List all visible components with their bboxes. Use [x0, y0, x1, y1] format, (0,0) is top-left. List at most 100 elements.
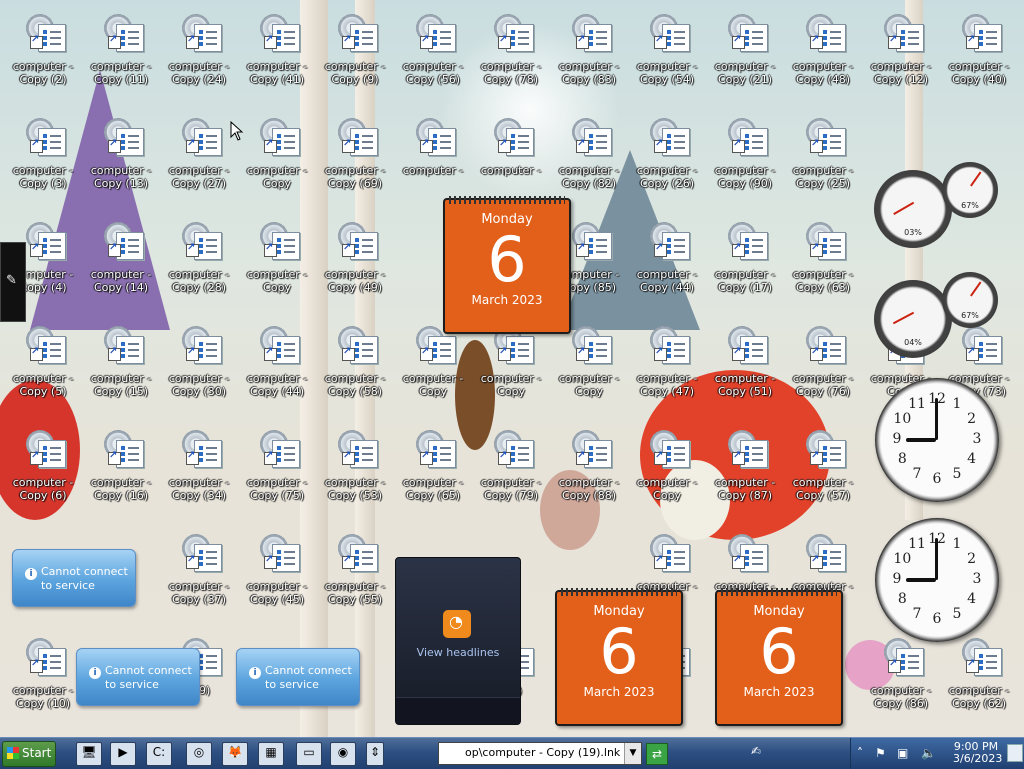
desktop-shortcut-icon[interactable]: computer -Copy (3) [8, 112, 78, 212]
desktop-shortcut-icon[interactable]: computer -Copy (15) [86, 320, 156, 420]
calendar-gadget[interactable]: Monday 6 March 2023 [443, 196, 571, 334]
desktop-shortcut-icon[interactable]: computer -Copy (51) [710, 320, 780, 420]
desktop-shortcut-icon[interactable]: computer -Copy (49) [320, 216, 390, 316]
desktop-shortcut-icon[interactable]: computer -Copy (55) [320, 528, 390, 628]
calculator-icon[interactable]: ▦ [258, 742, 284, 766]
show-desktop-icon[interactable]: 🖥 [76, 742, 102, 766]
calendar-gadget[interactable]: Monday 6 March 2023 [555, 588, 683, 726]
media-player-icon[interactable]: ▶ [110, 742, 136, 766]
desktop-shortcut-icon[interactable]: computer -Copy (6) [8, 424, 78, 524]
desktop-shortcut-icon[interactable]: computer -Copy (16) [86, 424, 156, 524]
desktop-shortcut-icon[interactable]: computer -Copy (30) [164, 320, 234, 420]
desktop-shortcut-icon[interactable]: computer -Copy [632, 424, 702, 524]
clock-gadget[interactable]: 121234567891011 [875, 378, 999, 502]
desktop-shortcut-icon[interactable]: computer -Copy (26) [632, 112, 702, 212]
desktop-shortcut-icon[interactable]: computer -Copy (45) [242, 528, 312, 628]
desktop-shortcut-icon[interactable]: computer -Copy [398, 320, 468, 420]
desktop-shortcut-icon[interactable]: computer -Copy [554, 320, 624, 420]
desktop-shortcut-icon[interactable]: computer -Copy (54) [632, 8, 702, 108]
desktop-shortcut-icon[interactable]: computer -Copy (47) [632, 320, 702, 420]
app-icon[interactable]: ◉ [330, 742, 356, 766]
desktop-shortcut-icon[interactable]: computer -Copy (28) [164, 216, 234, 316]
desktop-shortcut-icon[interactable]: computer -Copy (11) [86, 8, 156, 108]
desktop-shortcut-icon[interactable]: computer -Copy (37) [164, 528, 234, 628]
network-icon[interactable]: ▣ [897, 746, 908, 760]
desktop-shortcut-icon[interactable]: computer -Copy (10) [8, 632, 78, 732]
firefox-icon[interactable]: 🦊 [222, 742, 248, 766]
shortcut-arrow-icon [30, 658, 43, 673]
window-switcher-icon[interactable]: ▭ [296, 742, 322, 766]
desktop-shortcut-icon[interactable]: computer -Copy (21) [710, 8, 780, 108]
feed-footer [396, 697, 520, 724]
desktop-shortcut-icon[interactable]: computer -Copy (44) [632, 216, 702, 316]
weather-notice[interactable]: i Cannot connect to service [76, 648, 200, 706]
address-dropdown-icon[interactable]: ▼ [624, 743, 641, 764]
view-headlines-link[interactable]: View headlines [396, 646, 520, 659]
desktop-shortcut-icon[interactable]: computer -Copy (90) [710, 112, 780, 212]
desktop-shortcut-icon[interactable]: computer -Copy (48) [788, 8, 858, 108]
desktop-shortcut-icon[interactable]: computer -Copy (14) [86, 216, 156, 316]
desktop-shortcut-icon[interactable]: computer -Copy (24) [164, 8, 234, 108]
desktop-shortcut-icon[interactable]: computer -Copy (75) [242, 424, 312, 524]
desktop-shortcut-icon[interactable]: computer -Copy (41) [242, 8, 312, 108]
desktop-shortcut-icon[interactable]: computer -Copy (69) [320, 112, 390, 212]
desktop-shortcut-icon[interactable]: computer -Copy (57) [788, 424, 858, 524]
cpu-meter-gadget[interactable]: 04% 67% [874, 272, 1000, 358]
desktop-shortcut-icon[interactable]: computer -Copy (13) [86, 112, 156, 212]
shortcut-arrow-icon [264, 554, 277, 569]
weather-notice[interactable]: i Cannot connect to service [236, 648, 360, 706]
desktop-shortcut-icon[interactable]: computer -Copy (79) [476, 424, 546, 524]
desktop-shortcut-icon[interactable]: computer -Copy [242, 112, 312, 212]
desktop-shortcut-icon[interactable]: computer -Copy (76) [788, 320, 858, 420]
desktop-shortcut-icon[interactable]: computer -Copy (86) [866, 632, 936, 732]
show-desktop-button[interactable] [1007, 744, 1023, 762]
desktop-shortcut-icon[interactable]: computer -Copy (2) [8, 8, 78, 108]
scroll-arrows-icon[interactable]: ⇕ [366, 742, 384, 766]
clock-gadget[interactable]: 121234567891011 [875, 518, 999, 642]
shortcut-label-line2: Copy (26) [640, 177, 694, 190]
desktop[interactable]: computer -Copy (2)computer -Copy (11)com… [0, 0, 1024, 737]
desktop-shortcut-icon[interactable]: computer -Copy (27) [164, 112, 234, 212]
shortcut-label: computer - [392, 164, 474, 177]
desktop-shortcut-icon[interactable]: computer -Copy (62) [944, 632, 1014, 732]
desktop-shortcut-icon[interactable]: computer -Copy (25) [788, 112, 858, 212]
desktop-shortcut-icon[interactable]: computer -Copy (88) [554, 424, 624, 524]
cpu-meter-gadget[interactable]: 03% 67% [874, 162, 1000, 248]
desktop-shortcut-icon[interactable]: computer -Copy (9) [320, 8, 390, 108]
desktop-shortcut-icon[interactable]: computer -Copy (87) [710, 424, 780, 524]
go-button[interactable]: ⇄ [646, 743, 668, 765]
calendar-gadget[interactable]: Monday 6 March 2023 [715, 588, 843, 726]
chevron-up-icon[interactable]: ˄ [857, 746, 863, 760]
taskbar-clock[interactable]: 9:00 PM 3/6/2023 [953, 741, 1002, 765]
desktop-shortcut-icon[interactable]: computer -Copy (63) [788, 216, 858, 316]
shortcut-arrow-icon [654, 242, 667, 257]
desktop-shortcut-icon[interactable]: computer -Copy (58) [320, 320, 390, 420]
feed-headlines-gadget[interactable]: View headlines [395, 557, 521, 725]
desktop-shortcut-icon[interactable]: computer -Copy [242, 216, 312, 316]
shortcut-label-line2: Copy (5) [19, 385, 67, 398]
sidebar-tab[interactable]: ✎ [0, 242, 26, 322]
desktop-shortcut-icon[interactable]: computer -Copy (83) [554, 8, 624, 108]
shortcut-arrow-icon [732, 450, 745, 465]
start-button[interactable]: Start [2, 741, 56, 767]
desktop-shortcut-icon[interactable]: computer -Copy (34) [164, 424, 234, 524]
desktop-shortcut-icon[interactable]: computer -Copy (78) [476, 8, 546, 108]
game-controller-icon[interactable]: ◎ [186, 742, 212, 766]
weather-notice[interactable]: i Cannot connect to service [12, 549, 136, 607]
signature-tool-icon[interactable]: ✍ [744, 742, 768, 764]
desktop-shortcut-icon[interactable]: computer -Copy (44) [242, 320, 312, 420]
address-bar[interactable]: op\computer - Copy (19).lnk ▼ [438, 742, 642, 765]
flag-icon[interactable]: ⚑ [875, 746, 886, 760]
desktop-shortcut-icon[interactable]: computer -Copy (56) [398, 8, 468, 108]
volume-icon[interactable]: 🔈 [921, 746, 936, 760]
desktop-shortcut-icon[interactable]: computer -Copy [476, 320, 546, 420]
shortcut-label-line1: computer - [402, 60, 464, 73]
command-prompt-icon[interactable]: C: [146, 742, 172, 766]
desktop-shortcut-icon[interactable]: computer -Copy (5) [8, 320, 78, 420]
desktop-shortcut-icon[interactable]: computer -Copy (40) [944, 8, 1014, 108]
desktop-shortcut-icon[interactable]: computer -Copy (65) [398, 424, 468, 524]
shortcut-label-line1: computer - [90, 164, 152, 177]
desktop-shortcut-icon[interactable]: computer -Copy (17) [710, 216, 780, 316]
desktop-shortcut-icon[interactable]: computer -Copy (53) [320, 424, 390, 524]
desktop-shortcut-icon[interactable]: computer -Copy (12) [866, 8, 936, 108]
